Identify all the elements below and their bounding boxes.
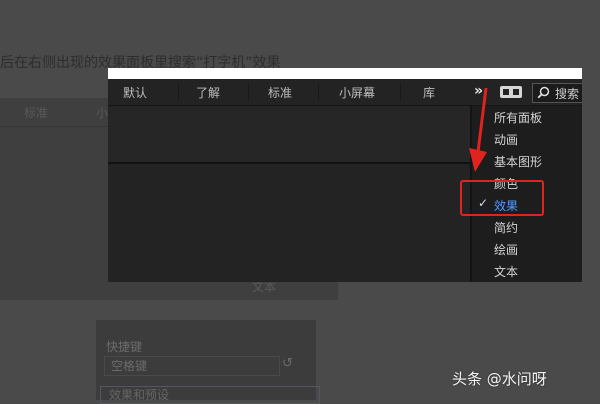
workspace-window: 默认 了解 标准 小屏幕 库 » 搜索 所有面板 动画 基本图形 颜色 ✓ 效果… bbox=[108, 68, 582, 282]
search-box[interactable]: 搜索 bbox=[532, 83, 582, 103]
background-settings-panel: 快捷键 空格键 ↺ 效果和预设 bbox=[96, 320, 320, 404]
tab-small-screen[interactable]: 小屏幕 bbox=[339, 84, 375, 101]
menu-item-label: 基本图形 bbox=[494, 155, 543, 169]
search-placeholder: 搜索 bbox=[555, 87, 580, 101]
menu-item-label: 简约 bbox=[494, 221, 519, 235]
watermark: 头条 @水问呀 bbox=[452, 370, 547, 388]
menu-item-label: 动画 bbox=[494, 133, 519, 147]
menu-item-label: 所有面板 bbox=[494, 111, 543, 125]
tab-separator bbox=[318, 83, 319, 101]
menu-item-label: 绘画 bbox=[494, 243, 519, 257]
menu-item-text[interactable]: 文本 bbox=[472, 260, 582, 282]
panel-lower bbox=[108, 164, 470, 282]
tab-library[interactable]: 库 bbox=[423, 84, 435, 101]
settings-icon[interactable] bbox=[500, 86, 522, 98]
shortcut-label: 快捷键 bbox=[106, 340, 143, 354]
background-tab: 小 bbox=[96, 106, 109, 120]
panel-upper bbox=[108, 106, 470, 164]
effects-search-field: 效果和预设 bbox=[100, 386, 320, 404]
menu-item-minimal[interactable]: 简约 bbox=[472, 216, 582, 238]
tab-separator bbox=[178, 83, 179, 101]
annotation-highlight-box bbox=[460, 180, 544, 216]
menu-item-paint[interactable]: 绘画 bbox=[472, 238, 582, 260]
tab-default[interactable]: 默认 bbox=[123, 84, 147, 101]
annotation-arrow bbox=[469, 87, 488, 172]
tab-standard[interactable]: 标准 bbox=[268, 84, 292, 101]
window-top-strip bbox=[108, 68, 582, 79]
workspace-toolbar: 默认 了解 标准 小屏幕 库 » 搜索 bbox=[108, 79, 582, 106]
tab-separator bbox=[400, 83, 401, 101]
tab-separator bbox=[248, 83, 249, 101]
search-icon bbox=[537, 86, 550, 99]
tab-learn[interactable]: 了解 bbox=[196, 84, 220, 101]
shortcut-select: 空格键 bbox=[104, 356, 280, 376]
reset-icon: ↺ bbox=[282, 356, 293, 371]
menu-item-label: 文本 bbox=[494, 265, 519, 279]
background-tab: 标准 bbox=[24, 106, 49, 120]
